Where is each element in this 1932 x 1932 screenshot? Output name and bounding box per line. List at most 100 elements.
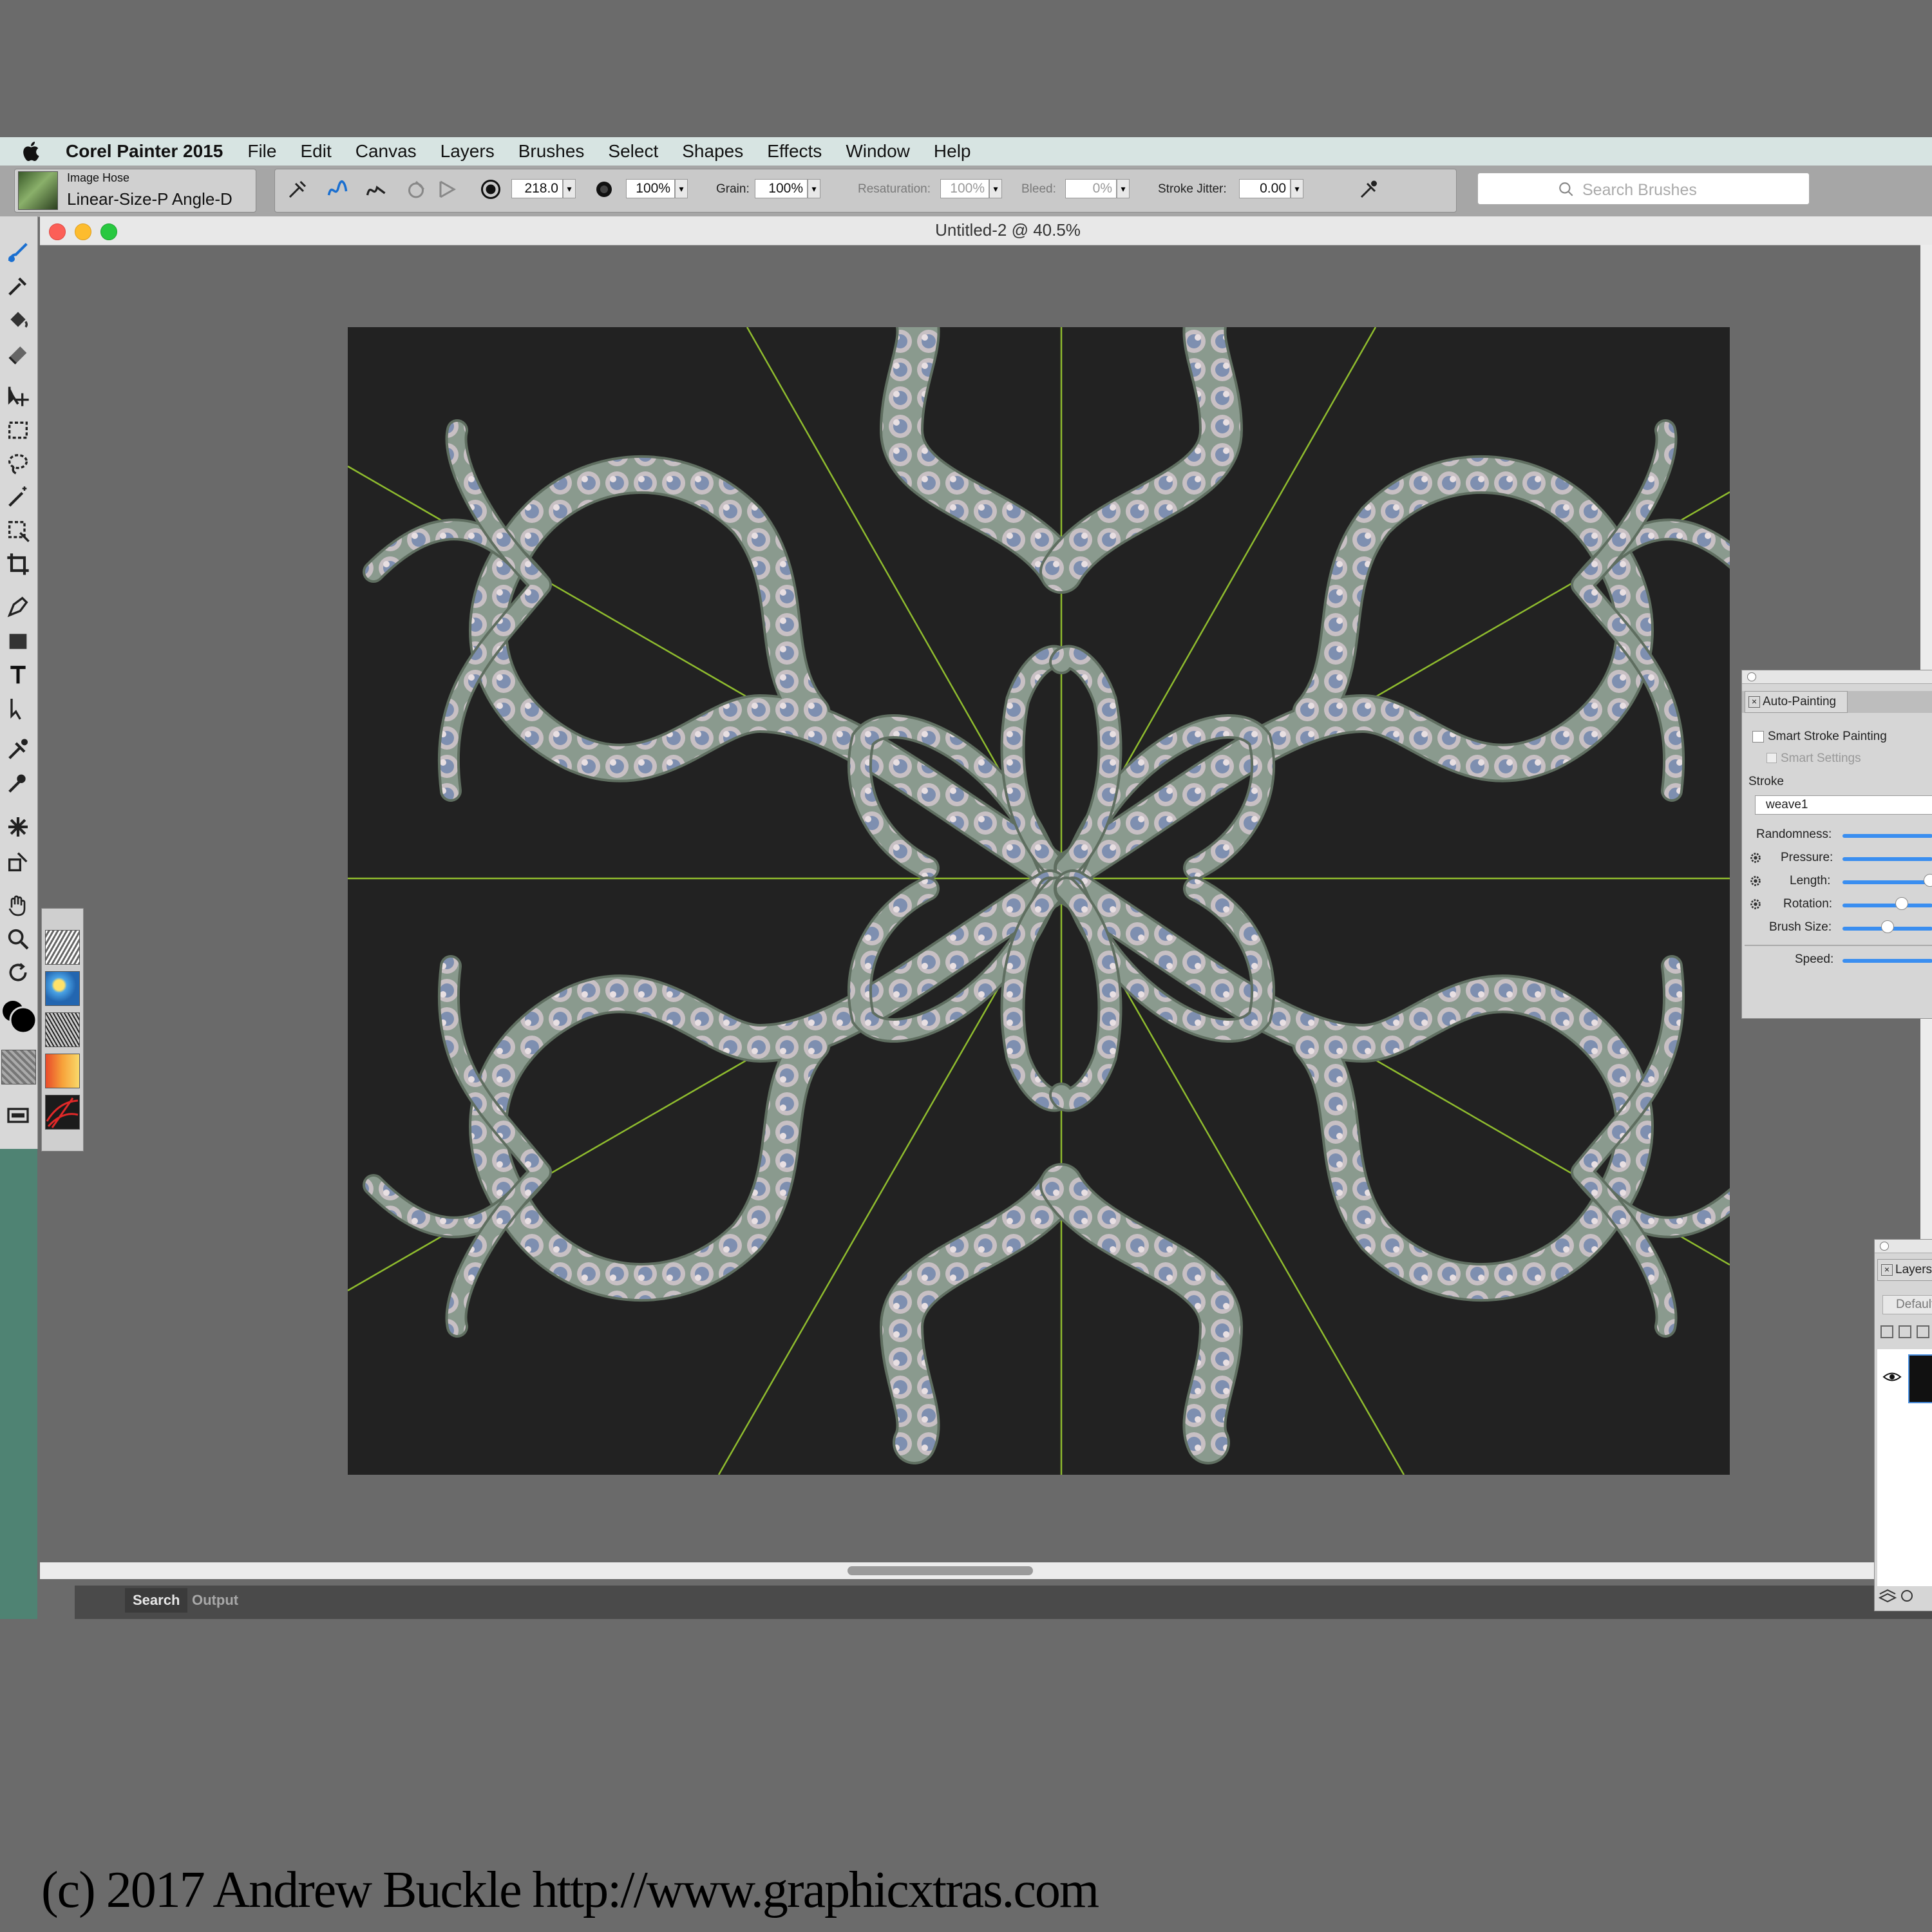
rotation-slider-knob[interactable] xyxy=(1895,897,1908,910)
menu-layers[interactable]: Layers xyxy=(440,141,495,162)
opacity-dropdown[interactable]: ▾ xyxy=(675,179,688,198)
opacity-icon xyxy=(596,182,612,197)
opacity-field[interactable]: 100% xyxy=(626,179,675,198)
speed-slider[interactable] xyxy=(1842,959,1932,963)
menu-effects[interactable]: Effects xyxy=(767,141,822,162)
menu-help[interactable]: Help xyxy=(934,141,971,162)
magnifier-icon[interactable] xyxy=(5,926,31,952)
close-layers-icon[interactable]: × xyxy=(1881,1264,1893,1276)
bleed-field[interactable]: 0% xyxy=(1065,179,1117,198)
size-dropdown[interactable]: ▾ xyxy=(563,179,576,198)
menu-shapes[interactable]: Shapes xyxy=(682,141,743,162)
grain-dropdown[interactable]: ▾ xyxy=(808,179,820,198)
looks-library-tile[interactable] xyxy=(45,1095,80,1130)
layers-panel-grip[interactable] xyxy=(1875,1240,1932,1253)
layers-collapse-button[interactable] xyxy=(1880,1242,1889,1251)
paper-selector[interactable] xyxy=(1,1050,36,1084)
tab-search[interactable]: Search xyxy=(125,1588,188,1613)
smart-stroke-checkbox[interactable] xyxy=(1752,731,1764,743)
selection-adjuster-icon[interactable] xyxy=(5,518,31,544)
bead-stroke xyxy=(1042,327,1241,591)
bleed-dropdown[interactable]: ▾ xyxy=(1117,179,1130,198)
stroke-jitter-field[interactable]: 0.00 xyxy=(1239,179,1291,198)
resaturation-dropdown[interactable]: ▾ xyxy=(989,179,1002,198)
lasso-tool-icon[interactable] xyxy=(5,451,31,477)
rotation-expression-icon[interactable] xyxy=(1748,897,1763,911)
composite-method-select[interactable]: Default xyxy=(1882,1295,1932,1314)
stroke-attributes-icon[interactable] xyxy=(404,178,428,201)
resaturation-field[interactable]: 100% xyxy=(940,179,989,198)
layer-thumbnail[interactable] xyxy=(1908,1354,1932,1403)
brush-variant-thumbnail[interactable] xyxy=(18,171,58,210)
shape-selection-icon[interactable] xyxy=(5,696,31,721)
panel-collapse-button[interactable] xyxy=(1747,672,1756,681)
close-window-button[interactable] xyxy=(49,223,66,240)
text-tool-icon[interactable] xyxy=(5,662,31,688)
stroke-jitter-dropdown[interactable]: ▾ xyxy=(1291,179,1303,198)
eraser-tool-icon[interactable] xyxy=(5,340,31,366)
pen-tool-icon[interactable] xyxy=(5,594,31,620)
dab-preview-icon[interactable] xyxy=(1358,178,1381,201)
painting-canvas[interactable] xyxy=(348,327,1730,1475)
mirror-painting-icon[interactable] xyxy=(437,178,460,201)
tab-output[interactable]: Output xyxy=(192,1592,238,1609)
horizontal-scrollbar[interactable] xyxy=(40,1562,1920,1579)
rubber-stamp-icon[interactable] xyxy=(5,770,31,796)
grabber-hand-icon[interactable] xyxy=(5,893,31,918)
minimize-window-button[interactable] xyxy=(75,223,91,240)
rectangular-selection-icon[interactable] xyxy=(5,417,31,443)
crop-tool-icon[interactable] xyxy=(5,551,31,577)
smart-settings-checkbox[interactable] xyxy=(1766,753,1777,763)
main-secondary-color-swatch[interactable] xyxy=(1,998,37,1034)
gradient-library-tile[interactable] xyxy=(45,971,80,1006)
paper-library-tile[interactable] xyxy=(45,930,80,965)
zoom-window-button[interactable] xyxy=(100,223,117,240)
pressure-slider[interactable] xyxy=(1842,857,1932,861)
search-brushes-input[interactable]: Search Brushes xyxy=(1477,173,1810,205)
grain-field[interactable]: 100% xyxy=(755,179,808,198)
app-name-menu[interactable]: Corel Painter 2015 xyxy=(66,141,223,162)
presentation-mode-icon[interactable] xyxy=(5,1103,31,1128)
menu-file[interactable]: File xyxy=(247,141,276,162)
document-title-bar[interactable]: Untitled-2 @ 40.5% xyxy=(40,216,1932,245)
paint-bucket-icon[interactable] xyxy=(5,307,31,332)
menu-window[interactable]: Window xyxy=(846,141,910,162)
weaves-library-tile[interactable] xyxy=(45,1054,80,1088)
length-slider-knob[interactable] xyxy=(1924,874,1932,887)
stroke-jitter-label: Stroke Jitter: xyxy=(1158,182,1227,196)
kaleidoscope-tool-icon[interactable] xyxy=(5,814,31,840)
rotate-page-icon[interactable] xyxy=(5,960,31,985)
menu-brushes[interactable]: Brushes xyxy=(518,141,585,162)
length-expression-icon[interactable] xyxy=(1748,874,1763,888)
menu-edit[interactable]: Edit xyxy=(300,141,331,162)
mirror-tool-icon[interactable] xyxy=(5,849,31,875)
straight-line-stroke-icon[interactable] xyxy=(365,178,388,201)
eye-icon[interactable] xyxy=(1882,1370,1902,1384)
layer-footer-icons[interactable] xyxy=(1879,1586,1932,1605)
magic-wand-icon[interactable] xyxy=(5,484,31,510)
cloner-tool-icon[interactable] xyxy=(5,737,31,762)
apple-icon[interactable] xyxy=(19,139,44,164)
horizontal-scroll-thumb[interactable] xyxy=(848,1566,1033,1575)
stroke-select-value: weave1 xyxy=(1766,798,1808,811)
layer-command-icons[interactable] xyxy=(1880,1323,1931,1340)
size-field[interactable]: 218.0 xyxy=(511,179,563,198)
menu-select[interactable]: Select xyxy=(608,141,658,162)
menu-canvas[interactable]: Canvas xyxy=(355,141,417,162)
dropper-tool-icon[interactable] xyxy=(5,273,31,299)
brush-size-slider-knob[interactable] xyxy=(1881,920,1894,933)
pattern-library-tile[interactable] xyxy=(45,1012,80,1047)
brush-variant-label: Linear-Size-P Angle-D xyxy=(67,189,232,209)
rotation-slider[interactable] xyxy=(1842,904,1932,907)
length-slider[interactable] xyxy=(1842,880,1932,884)
auto-painting-grip[interactable] xyxy=(1742,670,1932,684)
freehand-stroke-icon[interactable] xyxy=(326,178,349,201)
stroke-select[interactable]: weave1 xyxy=(1755,795,1932,815)
brush-tool-icon[interactable] xyxy=(5,240,31,265)
reset-tool-icon[interactable] xyxy=(286,178,309,201)
layer-adjuster-icon[interactable] xyxy=(5,383,31,408)
rectangle-shape-icon[interactable] xyxy=(5,629,31,654)
pressure-expression-icon[interactable] xyxy=(1748,851,1763,865)
randomness-slider[interactable] xyxy=(1842,834,1932,838)
close-panel-icon[interactable]: × xyxy=(1748,696,1760,708)
